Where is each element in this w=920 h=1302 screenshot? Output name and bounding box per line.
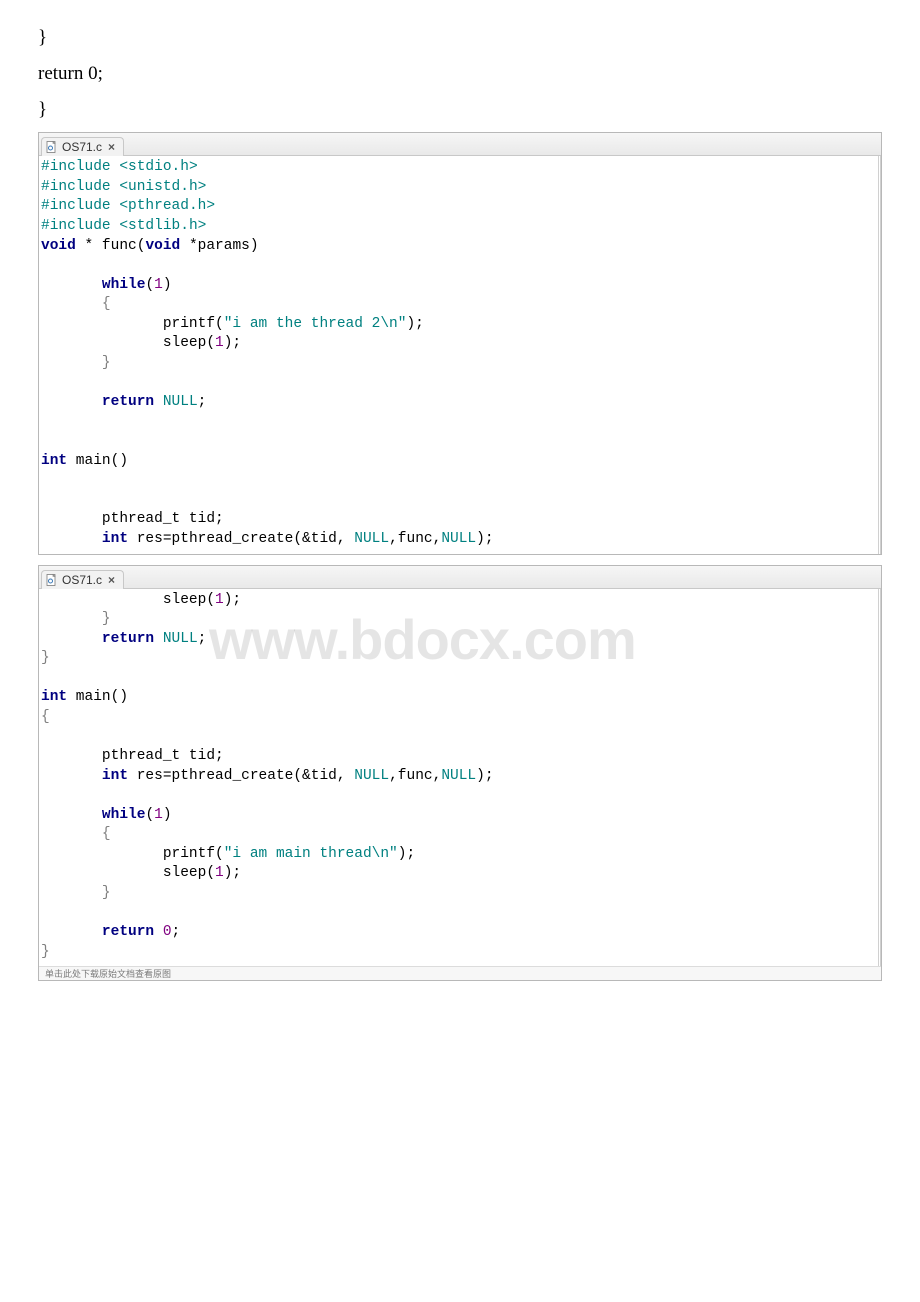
- code-line: pthread_t tid;: [41, 510, 878, 530]
- file-c-icon: [46, 141, 58, 153]
- code-editor-panel-2: OS71.c × www.bdocx.com sleep(1); } retur…: [38, 565, 882, 982]
- tab-bar: OS71.c ×: [39, 566, 881, 589]
- code-line: }: [41, 884, 878, 904]
- prose-line: }: [38, 20, 900, 56]
- code-line: #include <pthread.h>: [41, 197, 878, 217]
- code-line: printf("i am the thread 2\n");: [41, 315, 878, 335]
- code-line: [41, 904, 878, 924]
- code-area[interactable]: #include <stdio.h>#include <unistd.h>#in…: [39, 156, 881, 553]
- code-line: void * func(void *params): [41, 237, 878, 257]
- code-line: [41, 669, 878, 689]
- code-line: return NULL;: [41, 630, 878, 650]
- code-line: return NULL;: [41, 393, 878, 413]
- status-footer: 单击此处下载原始文档查看原图: [39, 966, 881, 980]
- code-editor-panel-1: OS71.c × #include <stdio.h>#include <uni…: [38, 132, 882, 554]
- code-line: #include <stdio.h>: [41, 158, 878, 178]
- code-line: [41, 413, 878, 433]
- close-icon[interactable]: ×: [106, 573, 117, 587]
- code-line: [41, 256, 878, 276]
- code-line: }: [41, 649, 878, 669]
- prose-line: }: [38, 92, 900, 128]
- file-tab[interactable]: OS71.c ×: [41, 570, 124, 589]
- prose-line: return 0;: [38, 56, 900, 92]
- code-area[interactable]: sleep(1); } return NULL;} int main(){ pt…: [39, 589, 881, 967]
- code-line: printf("i am main thread\n");: [41, 845, 878, 865]
- code-line: [41, 727, 878, 747]
- code-line: {: [41, 295, 878, 315]
- tab-filename: OS71.c: [62, 573, 102, 587]
- file-c-icon: [46, 574, 58, 586]
- code-line: [41, 491, 878, 511]
- prose-block: } return 0; }: [20, 20, 900, 128]
- document-page: } return 0; } OS71.c × #include <stdio.h…: [0, 0, 920, 1001]
- code-line: pthread_t tid;: [41, 747, 878, 767]
- code-line: while(1): [41, 276, 878, 296]
- code-line: while(1): [41, 806, 878, 826]
- tab-bar: OS71.c ×: [39, 133, 881, 156]
- code-line: return 0;: [41, 923, 878, 943]
- code-line: }: [41, 610, 878, 630]
- tab-filename: OS71.c: [62, 140, 102, 154]
- code-line: int res=pthread_create(&tid, NULL,func,N…: [41, 530, 878, 550]
- close-icon[interactable]: ×: [106, 140, 117, 154]
- code-line: }: [41, 354, 878, 374]
- code-line: [41, 786, 878, 806]
- code-line: [41, 471, 878, 491]
- file-tab[interactable]: OS71.c ×: [41, 137, 124, 156]
- code-line: sleep(1);: [41, 334, 878, 354]
- code-line: int main(): [41, 688, 878, 708]
- code-line: [41, 432, 878, 452]
- code-line: int res=pthread_create(&tid, NULL,func,N…: [41, 767, 878, 787]
- code-line: sleep(1);: [41, 591, 878, 611]
- code-line: }: [41, 943, 878, 963]
- code-line: #include <stdlib.h>: [41, 217, 878, 237]
- code-line: {: [41, 825, 878, 845]
- code-line: [41, 373, 878, 393]
- code-line: {: [41, 708, 878, 728]
- code-line: sleep(1);: [41, 864, 878, 884]
- code-line: #include <unistd.h>: [41, 178, 878, 198]
- code-line: int main(): [41, 452, 878, 472]
